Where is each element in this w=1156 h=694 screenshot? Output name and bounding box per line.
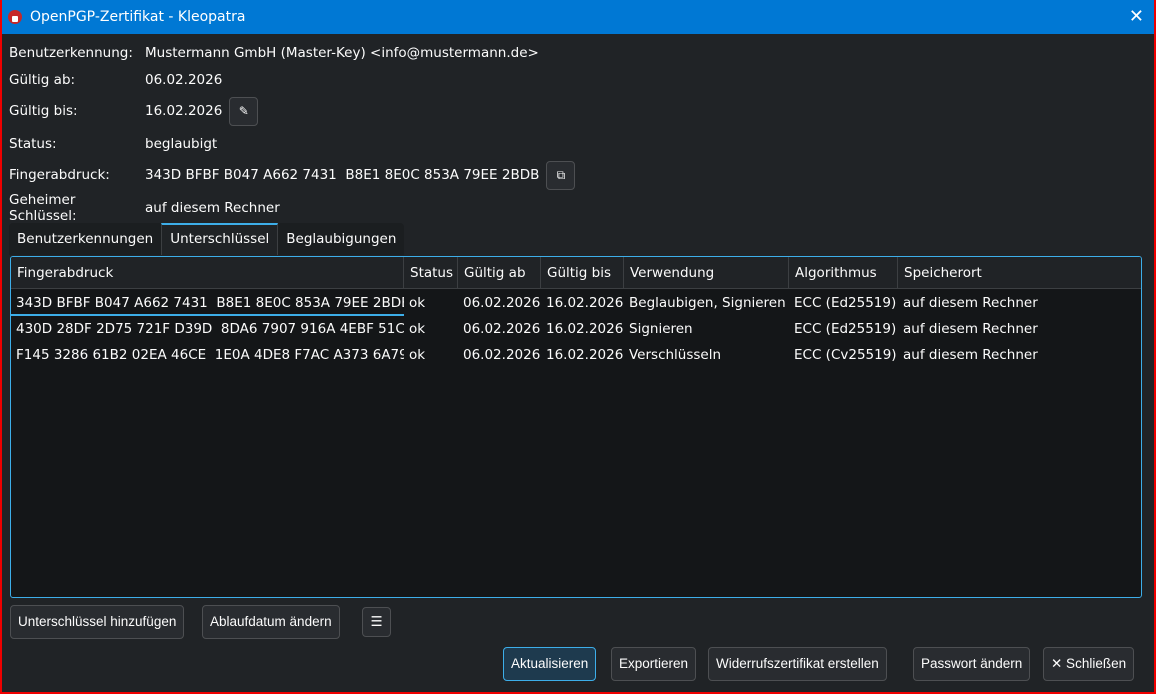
valid-until-label: Gültig bis: [9,103,78,119]
change-expiry-button[interactable]: Ablaufdatum ändern [202,605,340,639]
column-header[interactable]: Gültig ab [458,257,541,288]
window-title: OpenPGP-Zertifikat - Kleopatra [30,9,246,25]
table-cell: F145 3286 61B2 02EA 46CE 1E0A 4DE8 F7AC … [16,347,404,363]
tab-certifications[interactable]: Beglaubigungen [278,223,404,255]
edit-expiry-pencil-icon[interactable]: ✎ [229,96,259,126]
valid-until-value: 16.02.2026 [145,103,223,119]
table-cell: auf diesem Rechner [903,321,1038,337]
tab-bar: Benutzerkennungen Unterschlüssel Beglaub… [9,223,405,255]
status-label: Status: [9,136,57,152]
change-password-button[interactable]: Passwort ändern [913,647,1031,681]
add-subkey-button[interactable]: Unterschlüssel hinzufügen [10,605,185,639]
column-header[interactable]: Algorithmus [789,257,898,288]
table-cell: Verschlüsseln [629,347,722,363]
table-cell: 06.02.2026 [463,347,541,363]
fingerprint-value: 343D BFBF B047 A662 7431 B8E1 8E0C 853A … [145,167,540,183]
table-cell: ok [409,321,426,337]
more-menu-icon[interactable]: ☰ [362,607,391,637]
table-cell: 06.02.2026 [463,321,541,337]
table-cell: Signieren [629,321,693,337]
table-row[interactable]: 430D 28DF 2D75 721F D39D 8DA6 7907 916A … [11,316,1141,342]
tab-subkeys[interactable]: Unterschlüssel [161,223,279,255]
table-cell: 16.02.2026 [546,321,624,337]
table-cell: 16.02.2026 [546,347,624,363]
valid-from-value: 06.02.2026 [145,72,223,88]
user-id-label: Benutzerkennung: [9,45,133,61]
valid-from-label: Gültig ab: [9,72,76,88]
secret-key-label: Geheimer Schlüssel: [9,192,77,224]
table-cell: ECC (Ed25519) [794,321,897,337]
table-header: Fingerabdruck Status Gültig ab Gültig bi… [11,257,1141,289]
user-id-value: Mustermann GmbH (Master-Key) <info@muste… [145,45,539,61]
table-cell: ok [409,347,426,363]
column-header[interactable]: Fingerabdruck [11,257,404,288]
table-cell: auf diesem Rechner [903,295,1038,311]
table-cell: 16.02.2026 [546,295,624,311]
kleopatra-app-icon [8,10,22,24]
table-cell: auf diesem Rechner [903,347,1038,363]
table-cell: ECC (Cv25519) [794,347,897,363]
column-header[interactable]: Status [404,257,458,288]
column-header[interactable]: Verwendung [624,257,789,288]
table-cell: ECC (Ed25519) [794,295,897,311]
secret-key-value: auf diesem Rechner [145,200,280,216]
create-revocation-button[interactable]: Widerrufszertifikat erstellen [708,647,887,681]
close-button[interactable]: ✕ Schließen [1043,647,1135,681]
title-bar: OpenPGP-Zertifikat - Kleopatra ✕ [2,0,1154,34]
export-button[interactable]: Exportieren [611,647,697,681]
subkeys-table: Fingerabdruck Status Gültig ab Gültig bi… [10,256,1142,598]
certificate-dialog: OpenPGP-Zertifikat - Kleopatra ✕ Benutze… [2,0,1154,692]
column-header[interactable]: Gültig bis [541,257,624,288]
copy-fingerprint-icon[interactable]: ⧉ [546,160,576,190]
table-cell: 06.02.2026 [463,295,541,311]
table-row[interactable]: F145 3286 61B2 02EA 46CE 1E0A 4DE8 F7AC … [11,342,1141,368]
column-header[interactable]: Speicherort [898,257,1141,288]
status-value: beglaubigt [145,136,218,152]
table-cell: 343D BFBF B047 A662 7431 B8E1 8E0C 853A … [11,290,404,316]
refresh-button[interactable]: Aktualisieren [503,647,597,681]
table-cell: 430D 28DF 2D75 721F D39D 8DA6 7907 916A … [16,321,404,337]
table-cell: Beglaubigen, Signieren [629,295,786,311]
fingerprint-label: Fingerabdruck: [9,167,110,183]
tab-user-ids[interactable]: Benutzerkennungen [9,223,161,255]
table-cell: ok [409,295,426,311]
table-row[interactable]: 343D BFBF B047 A662 7431 B8E1 8E0C 853A … [11,290,1141,316]
close-window-icon[interactable]: ✕ [1129,6,1144,27]
